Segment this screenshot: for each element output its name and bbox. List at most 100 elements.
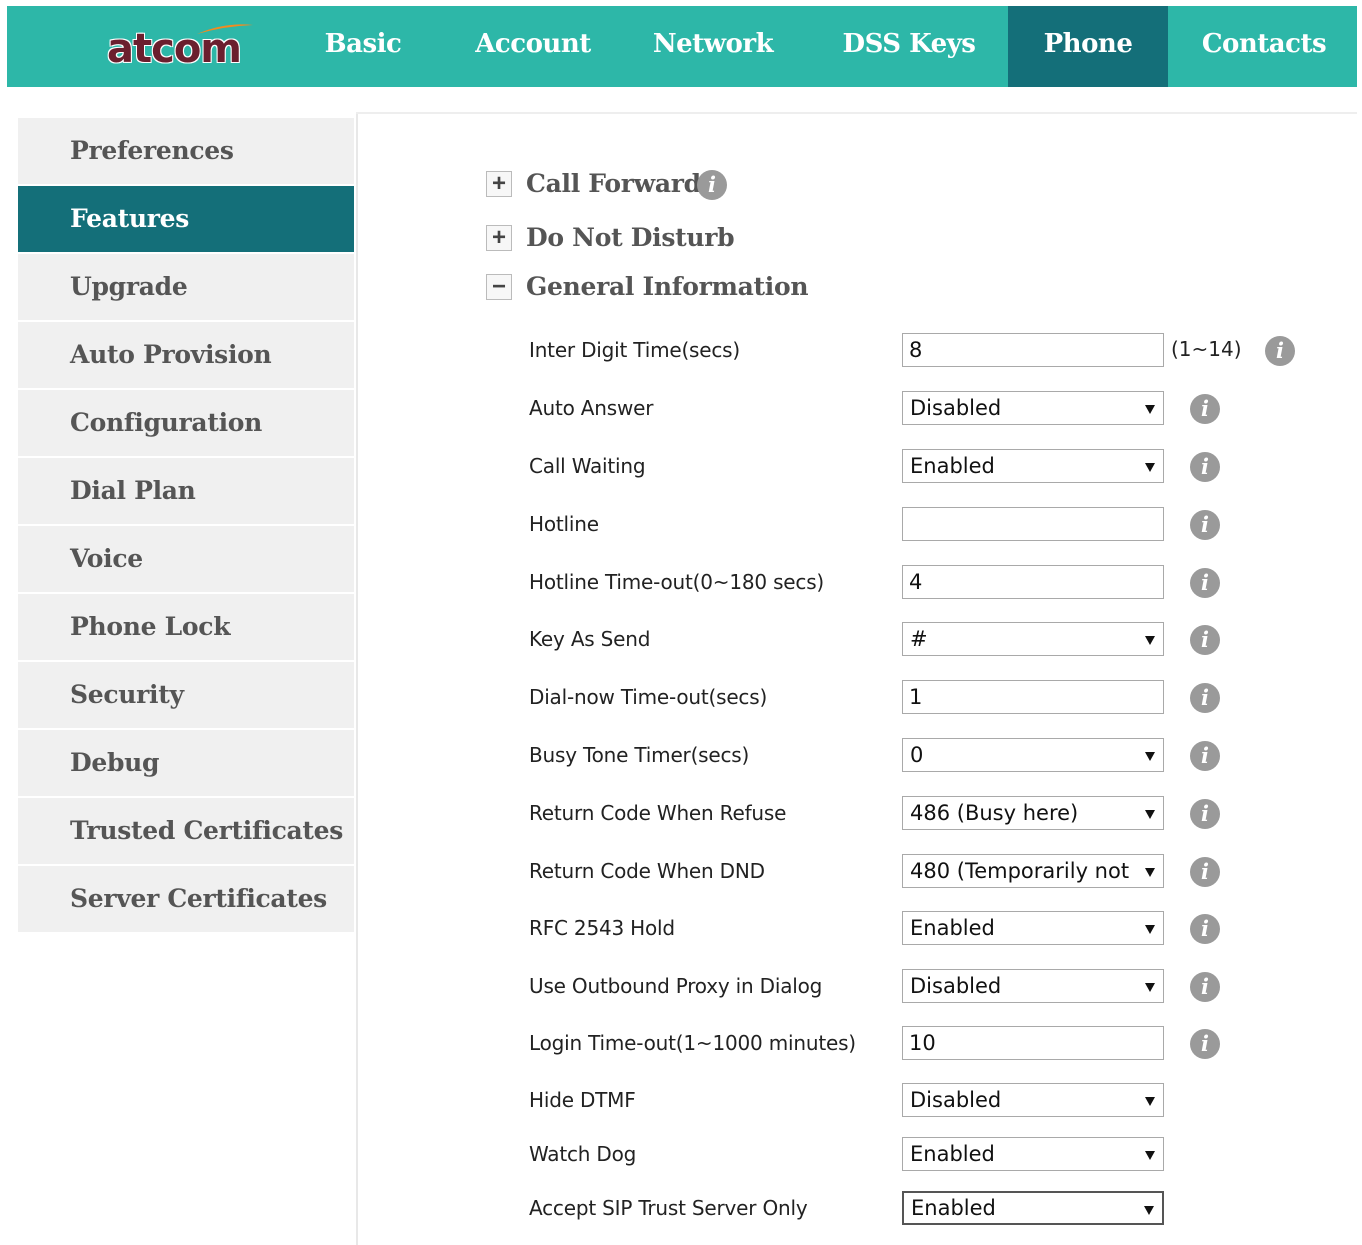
return-code-refuse-label: Return Code When Refuse [529, 801, 787, 825]
row-inter-digit-time: Inter Digit Time(secs) 8 (1~14) i [0, 333, 1362, 367]
atcom-logo[interactable]: atcom [107, 22, 267, 72]
call-waiting-value: Enabled [910, 454, 995, 478]
return-code-dnd-select[interactable]: 480 (Temporarily not a [902, 854, 1164, 888]
dropdown-arrow-icon [1145, 1151, 1155, 1160]
hotline-timeout-info-icon[interactable]: i [1190, 568, 1220, 598]
call-waiting-label: Call Waiting [529, 454, 646, 478]
hide-dtmf-value: Disabled [910, 1088, 1002, 1112]
row-watch-dog: Watch Dog Enabled [0, 1137, 1362, 1171]
accept-sip-trust-server-label: Accept SIP Trust Server Only [529, 1196, 808, 1220]
tab-account[interactable]: Account [453, 6, 613, 87]
busy-tone-timer-info-icon[interactable]: i [1190, 741, 1220, 771]
dropdown-arrow-icon [1145, 983, 1155, 992]
auto-answer-label: Auto Answer [529, 396, 654, 420]
row-accept-sip-trust-server: Accept SIP Trust Server Only Enabled [0, 1191, 1362, 1225]
expand-dnd-toggle[interactable]: + [486, 225, 512, 251]
sidebar-item-preferences[interactable]: Preferences [18, 118, 354, 184]
row-login-timeout: Login Time-out(1~1000 minutes) 10 i [0, 1026, 1362, 1060]
dropdown-arrow-icon [1145, 1097, 1155, 1106]
return-code-refuse-value: 486 (Busy here) [910, 801, 1079, 825]
row-key-as-send: Key As Send # i [0, 622, 1362, 656]
rfc-2543-hold-info-icon[interactable]: i [1190, 914, 1220, 944]
watch-dog-select[interactable]: Enabled [902, 1137, 1164, 1171]
dial-now-timeout-info-icon[interactable]: i [1190, 683, 1220, 713]
return-code-refuse-select[interactable]: 486 (Busy here) [902, 796, 1164, 830]
outbound-proxy-dialog-label: Use Outbound Proxy in Dialog [529, 974, 823, 998]
row-return-code-dnd: Return Code When DND 480 (Temporarily no… [0, 854, 1362, 888]
key-as-send-value: # [910, 627, 928, 651]
dropdown-arrow-icon [1145, 925, 1155, 934]
busy-tone-timer-label: Busy Tone Timer(secs) [529, 743, 750, 767]
rfc-2543-hold-select[interactable]: Enabled [902, 911, 1164, 945]
key-as-send-select[interactable]: # [902, 622, 1164, 656]
expand-call-forward-toggle[interactable]: + [486, 171, 512, 197]
dial-now-timeout-input[interactable]: 1 [902, 680, 1164, 714]
busy-tone-timer-select[interactable]: 0 [902, 738, 1164, 772]
row-call-waiting: Call Waiting Enabled i [0, 449, 1362, 483]
tab-network[interactable]: Network [633, 6, 793, 87]
row-busy-tone-timer: Busy Tone Timer(secs) 0 i [0, 738, 1362, 772]
hotline-timeout-label: Hotline Time-out(0~180 secs) [529, 570, 825, 594]
inter-digit-time-info-icon[interactable]: i [1265, 336, 1295, 366]
tab-phone[interactable]: Phone [1008, 6, 1168, 87]
sidebar-item-features[interactable]: Features [18, 186, 354, 252]
row-dial-now-timeout: Dial-now Time-out(secs) 1 i [0, 680, 1362, 714]
tab-dss-keys[interactable]: DSS Keys [817, 6, 1001, 87]
dropdown-arrow-icon [1145, 463, 1155, 472]
row-auto-answer: Auto Answer Disabled i [0, 391, 1362, 425]
dropdown-arrow-icon [1144, 1206, 1154, 1215]
return-code-refuse-info-icon[interactable]: i [1190, 799, 1220, 829]
auto-answer-select[interactable]: Disabled [902, 391, 1164, 425]
inter-digit-time-range: (1~14) [1171, 337, 1242, 361]
hotline-info-icon[interactable]: i [1190, 510, 1220, 540]
section-general-information: − General Information [486, 272, 809, 302]
login-timeout-label: Login Time-out(1~1000 minutes) [529, 1031, 856, 1055]
dial-now-timeout-label: Dial-now Time-out(secs) [529, 685, 768, 709]
return-code-dnd-value: 480 (Temporarily not a [910, 859, 1135, 883]
hotline-label: Hotline [529, 512, 599, 536]
key-as-send-info-icon[interactable]: i [1190, 625, 1220, 655]
call-forward-title[interactable]: Call Forward [526, 169, 701, 199]
outbound-proxy-dialog-info-icon[interactable]: i [1190, 972, 1220, 1002]
key-as-send-label: Key As Send [529, 627, 651, 651]
call-waiting-info-icon[interactable]: i [1190, 452, 1220, 482]
hotline-input[interactable] [902, 507, 1164, 541]
collapse-general-toggle[interactable]: − [486, 274, 512, 300]
tab-contacts[interactable]: Contacts [1179, 6, 1349, 87]
watch-dog-label: Watch Dog [529, 1142, 637, 1166]
rfc-2543-hold-label: RFC 2543 Hold [529, 916, 675, 940]
outbound-proxy-dialog-value: Disabled [910, 974, 1002, 998]
logo-text: atcom [107, 26, 242, 72]
auto-answer-value: Disabled [910, 396, 1002, 420]
content-top-divider [356, 112, 1357, 114]
accept-sip-trust-server-select[interactable]: Enabled [902, 1191, 1164, 1225]
inter-digit-time-label: Inter Digit Time(secs) [529, 338, 741, 362]
section-call-forward: + Call Forward i [486, 169, 746, 200]
row-hotline: Hotline i [0, 507, 1362, 541]
hotline-timeout-input[interactable]: 4 [902, 565, 1164, 599]
login-timeout-info-icon[interactable]: i [1190, 1029, 1220, 1059]
row-hide-dtmf: Hide DTMF Disabled [0, 1083, 1362, 1117]
section-do-not-disturb: + Do Not Disturb [486, 223, 746, 253]
tab-basic[interactable]: Basic [297, 6, 429, 87]
login-timeout-input[interactable]: 10 [902, 1026, 1164, 1060]
outbound-proxy-dialog-select[interactable]: Disabled [902, 969, 1164, 1003]
return-code-dnd-label: Return Code When DND [529, 859, 765, 883]
busy-tone-timer-value: 0 [910, 743, 924, 767]
dnd-title[interactable]: Do Not Disturb [526, 223, 735, 253]
sidebar-item-upgrade[interactable]: Upgrade [18, 254, 354, 320]
general-information-title[interactable]: General Information [526, 272, 809, 302]
dropdown-arrow-icon [1145, 868, 1155, 877]
call-waiting-select[interactable]: Enabled [902, 449, 1164, 483]
call-forward-info-icon[interactable]: i [697, 170, 727, 200]
row-hotline-timeout: Hotline Time-out(0~180 secs) 4 i [0, 565, 1362, 599]
hide-dtmf-select[interactable]: Disabled [902, 1083, 1164, 1117]
rfc-2543-hold-value: Enabled [910, 916, 995, 940]
hide-dtmf-label: Hide DTMF [529, 1088, 636, 1112]
dropdown-arrow-icon [1145, 636, 1155, 645]
return-code-dnd-info-icon[interactable]: i [1190, 857, 1220, 887]
inter-digit-time-input[interactable]: 8 [902, 333, 1164, 367]
row-outbound-proxy-dialog: Use Outbound Proxy in Dialog Disabled i [0, 969, 1362, 1003]
auto-answer-info-icon[interactable]: i [1190, 394, 1220, 424]
watch-dog-value: Enabled [910, 1142, 995, 1166]
